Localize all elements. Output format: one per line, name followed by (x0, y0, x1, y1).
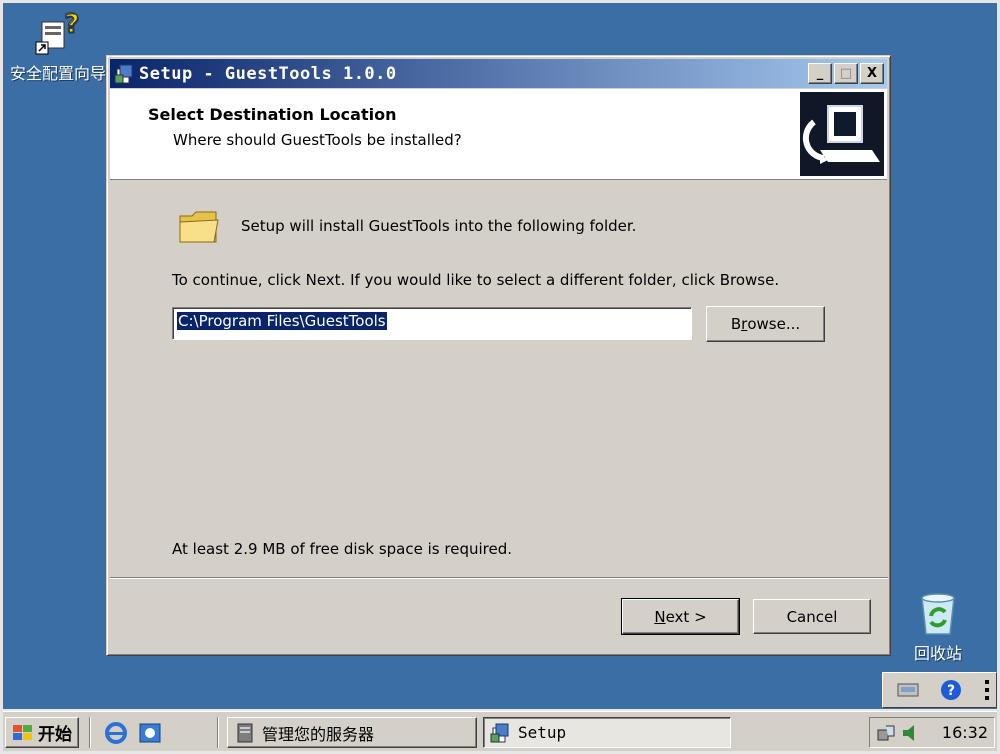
taskbar: 开始 管理您的服务器 Setup 16:32 (3, 711, 997, 751)
tray-network-icon[interactable] (876, 722, 898, 744)
svg-text:?: ? (947, 683, 955, 699)
desktop-icon-label: 回收站 (913, 644, 962, 663)
title-bar[interactable]: Setup - GuestTools 1.0.0 _ □ X (110, 59, 887, 88)
window-title: Setup - GuestTools 1.0.0 (139, 63, 397, 84)
footer-divider (110, 577, 888, 579)
taskbar-item-setup[interactable]: Setup (483, 717, 731, 748)
setup-window: Setup - GuestTools 1.0.0 _ □ X Select De… (106, 55, 891, 656)
start-label: 开始 (38, 725, 72, 745)
desktop-toolbar: ? (882, 672, 997, 708)
taskbar-divider (89, 717, 91, 748)
internet-explorer-icon[interactable] (103, 721, 129, 745)
start-button[interactable]: 开始 (5, 717, 79, 748)
desktop-icon-label: 安全配置向导 (9, 64, 106, 83)
path-selected-text: C:\Program Files\GuestTools (177, 312, 387, 330)
setup-icon (490, 723, 509, 742)
folder-icon (179, 211, 219, 243)
clock[interactable]: 16:32 (942, 723, 988, 742)
maximize-button[interactable]: □ (834, 63, 858, 84)
minimize-button[interactable]: _ (808, 63, 832, 84)
info-text: Setup will install GuestTools into the f… (241, 217, 637, 235)
taskbar-item-server-manager[interactable]: 管理您的服务器 (227, 717, 477, 748)
desktop-icon-recycle-bin[interactable]: 回收站 (898, 592, 978, 664)
more-icon[interactable] (982, 678, 992, 702)
recycle-bin-icon (921, 593, 955, 635)
setup-app-icon (114, 64, 133, 83)
disk-space-text: At least 2.9 MB of free disk space is re… (172, 540, 512, 558)
help-icon[interactable]: ? (939, 678, 963, 702)
system-tray: 16:32 (869, 717, 995, 748)
instruction-text: To continue, click Next. If you would li… (172, 271, 780, 289)
caption-buttons: _ □ X (808, 63, 884, 84)
task-label: 管理您的服务器 (262, 724, 375, 744)
next-mnemonic: N (654, 607, 666, 626)
task-label: Setup (518, 723, 567, 742)
page-title: Select Destination Location (148, 105, 397, 124)
next-suffix: ext > (665, 607, 707, 626)
show-desktop-icon[interactable] (137, 721, 163, 745)
destination-path-input[interactable]: C:\Program Files\GuestTools (172, 307, 692, 340)
server-manager-icon (237, 723, 253, 742)
network-icon[interactable] (895, 678, 921, 702)
wizard-header: Select Destination Location Where should… (110, 89, 887, 180)
security-wizard-icon: ? (35, 9, 80, 55)
windows-flag-icon (13, 724, 32, 740)
cancel-button[interactable]: Cancel (753, 599, 871, 634)
browse-prefix: B (730, 315, 742, 333)
page-subtitle: Where should GuestTools be installed? (173, 131, 462, 149)
close-button[interactable]: X (860, 63, 884, 84)
browse-suffix: owse... (747, 315, 801, 333)
next-button[interactable]: Next > (621, 598, 740, 635)
desktop-icon-security-wizard[interactable]: ? 安全配置向导 (3, 8, 113, 84)
browse-button[interactable]: Br owse... (706, 306, 825, 342)
tray-volume-icon[interactable] (900, 722, 922, 744)
svg-text:?: ? (64, 9, 79, 39)
installer-computer-icon (800, 92, 884, 176)
taskbar-divider (217, 717, 219, 748)
